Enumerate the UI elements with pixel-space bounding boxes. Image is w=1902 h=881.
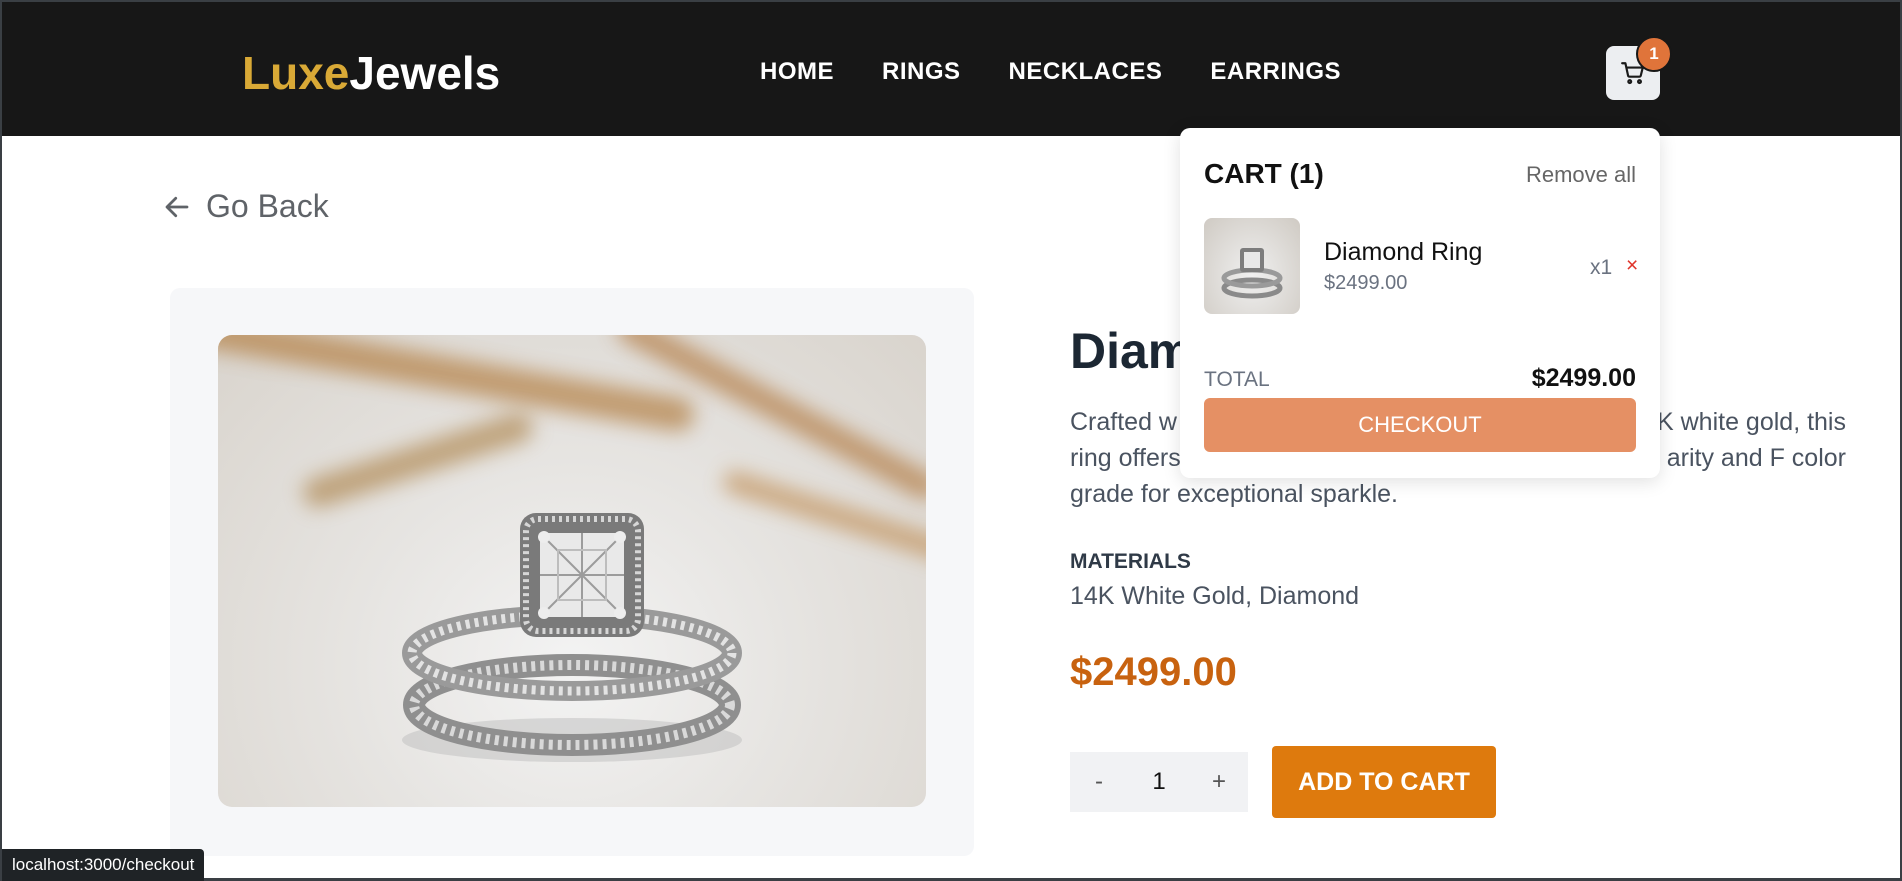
main-nav: HOME RINGS NECKLACES EARRINGS [760, 58, 1389, 86]
cart-item-quantity: x1 [1590, 256, 1613, 279]
quantity-input[interactable] [1128, 768, 1190, 796]
description-line1-left: Crafted w [1070, 408, 1177, 436]
product-image-card [170, 288, 974, 856]
logo-jewels: Jewels [349, 47, 501, 99]
cart-total-label: TOTAL [1204, 368, 1270, 391]
description-line2-left: ring offers [1070, 444, 1181, 472]
nav-home[interactable]: HOME [760, 58, 834, 86]
nav-earrings[interactable]: EARRINGS [1210, 58, 1341, 86]
link-status-bar: localhost:3000/checkout [2, 849, 205, 881]
site-logo[interactable]: LuxeJewels [242, 46, 500, 100]
nav-necklaces[interactable]: NECKLACES [1009, 58, 1163, 86]
arrow-left-icon [165, 196, 189, 217]
description-line1-right: K white gold, this [1657, 408, 1846, 436]
go-back-label: Go Back [206, 188, 329, 224]
cart-item-price: $2499.00 [1324, 272, 1408, 294]
page: LuxeJewels HOME RINGS NECKLACES EARRINGS… [0, 0, 1902, 881]
materials-label: MATERIALS [1070, 550, 1191, 573]
cart-total-value: $2499.00 [1531, 364, 1636, 392]
product-title: Diam [1070, 323, 1193, 379]
add-to-cart-button[interactable]: ADD TO CART [1272, 746, 1496, 818]
top-navbar: LuxeJewels HOME RINGS NECKLACES EARRINGS… [2, 2, 1900, 136]
description-line3: grade for exceptional sparkle. [1070, 480, 1398, 508]
cart-title: CART (1) [1204, 158, 1324, 189]
description-line2-right: arity and F color [1666, 444, 1846, 472]
materials-value: 14K White Gold, Diamond [1070, 582, 1360, 610]
quantity-decrement-button[interactable]: - [1070, 768, 1128, 796]
quantity-increment-button[interactable]: + [1190, 768, 1248, 796]
remove-all-button[interactable]: Remove all [1526, 162, 1636, 188]
checkout-button[interactable]: CHECKOUT [1204, 398, 1636, 452]
cart-item-thumbnail [1204, 218, 1300, 314]
product-price: $2499.00 [1070, 650, 1237, 694]
diamond-ring-illustration [402, 513, 742, 762]
cart-dropdown: CART (1) Remove all Diamond Ring $2499.0… [1180, 128, 1660, 478]
cart-item-remove-icon[interactable]: × [1626, 254, 1638, 278]
product-image [218, 335, 926, 807]
quantity-stepper: - + [1070, 752, 1248, 812]
cart-item-name: Diamond Ring [1324, 238, 1483, 266]
nav-rings[interactable]: RINGS [882, 58, 961, 86]
logo-luxe: Luxe [242, 47, 350, 99]
cart-count-badge: 1 [1636, 36, 1672, 72]
go-back-link[interactable]: Go Back [162, 188, 329, 225]
